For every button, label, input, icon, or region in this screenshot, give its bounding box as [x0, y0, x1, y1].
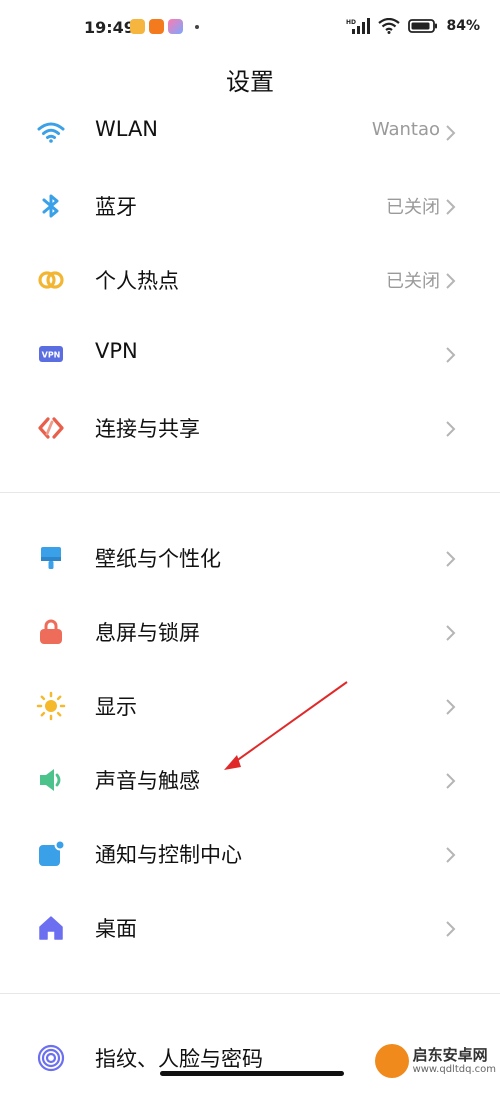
- wifi-status-icon: [378, 18, 401, 34]
- settings-item-sound[interactable]: 声音与触感: [0, 743, 500, 817]
- status-right: HD 84%: [346, 18, 480, 34]
- brightness-icon: [36, 691, 66, 721]
- battery-percent: 84%: [446, 18, 480, 34]
- chevron-right-icon: [446, 347, 456, 363]
- battery-icon: [408, 19, 438, 33]
- home-indicator[interactable]: [160, 1071, 344, 1076]
- chevron-right-icon: [446, 921, 456, 937]
- bluetooth-icon: [42, 194, 59, 218]
- vpn-icon: VPN: [39, 346, 63, 362]
- hotspot-icon: [38, 271, 64, 289]
- settings-item-label: 桌面: [95, 917, 137, 941]
- chevron-right-icon: [446, 273, 456, 289]
- chevron-right-icon: [446, 847, 456, 863]
- settings-item-wlan[interactable]: WLAN Wantao: [0, 95, 500, 169]
- status-bar: 19:49 HD 84%: [0, 0, 500, 56]
- settings-item-bluetooth[interactable]: 蓝牙 已关闭: [0, 169, 500, 243]
- settings-item-label: 通知与控制中心: [95, 843, 242, 867]
- notification-icon: [39, 839, 66, 866]
- wifi-icon: [37, 122, 65, 143]
- settings-item-label: 连接与共享: [95, 417, 200, 441]
- settings-item-label: VPN: [95, 339, 138, 363]
- hotspot-value: 已关闭: [386, 271, 440, 292]
- home-icon: [39, 916, 63, 940]
- watermark-name: 启东安卓网: [412, 1046, 488, 1065]
- settings-item-label: 蓝牙: [95, 195, 137, 219]
- wlan-value: Wantao: [371, 119, 440, 140]
- settings-item-label: 显示: [95, 695, 137, 719]
- watermark-url: www.qdltdq.com: [412, 1063, 496, 1075]
- settings-item-display[interactable]: 显示: [0, 669, 500, 743]
- settings-item-label: 指纹、人脸与密码: [95, 1047, 263, 1071]
- svg-text:VPN: VPN: [42, 351, 61, 360]
- chevron-right-icon: [446, 199, 456, 215]
- chevron-right-icon: [446, 699, 456, 715]
- settings-item-home-screen[interactable]: 桌面: [0, 891, 500, 965]
- settings-item-label: WLAN: [95, 117, 159, 141]
- settings-item-connect-share[interactable]: 连接与共享: [0, 391, 500, 465]
- wallpaper-icon: [41, 547, 61, 569]
- settings-item-wallpaper[interactable]: 壁纸与个性化: [0, 521, 500, 595]
- watermark: 启东安卓网 www.qdltdq.com: [374, 1044, 496, 1078]
- chevron-right-icon: [446, 625, 456, 641]
- chevron-right-icon: [446, 551, 456, 567]
- settings-item-label: 息屏与锁屏: [95, 621, 200, 645]
- more-dot-icon: [195, 24, 199, 29]
- status-time: 19:49: [84, 18, 135, 37]
- section-divider: [0, 993, 500, 994]
- settings-item-vpn[interactable]: VPN VPN: [0, 317, 500, 391]
- section-divider: [0, 492, 500, 493]
- settings-item-label: 声音与触感: [95, 769, 200, 793]
- settings-item-label: 壁纸与个性化: [95, 547, 221, 571]
- settings-item-label: 个人热点: [95, 269, 179, 293]
- watermark-logo: [374, 1044, 409, 1078]
- page-title: 设置: [226, 68, 274, 96]
- message-app-icon: [130, 19, 145, 34]
- settings-item-lock-screen[interactable]: 息屏与锁屏: [0, 595, 500, 669]
- chevron-right-icon: [446, 421, 456, 437]
- settings-item-hotspot[interactable]: 个人热点 已关闭: [0, 243, 500, 317]
- lock-icon: [40, 619, 62, 644]
- connect-share-icon: [38, 417, 64, 439]
- svg-text:HD: HD: [346, 19, 356, 26]
- gallery-app-icon: [168, 19, 183, 34]
- mi-app-icon: [149, 19, 164, 34]
- bluetooth-value: 已关闭: [386, 197, 440, 218]
- signal-icon: HD: [346, 18, 371, 34]
- fingerprint-icon: [37, 1044, 65, 1072]
- notification-icons: [130, 19, 199, 34]
- chevron-right-icon: [446, 773, 456, 789]
- settings-item-notifications[interactable]: 通知与控制中心: [0, 817, 500, 891]
- chevron-right-icon: [446, 125, 456, 141]
- sound-icon: [40, 769, 61, 791]
